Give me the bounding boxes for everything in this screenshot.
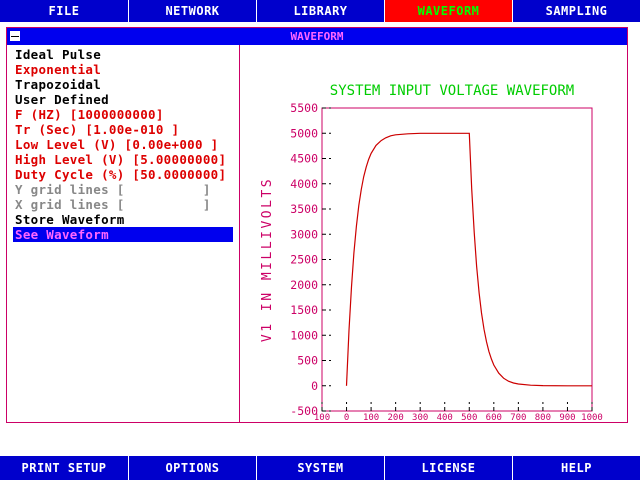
menu-library[interactable]: LIBRARY <box>256 0 384 22</box>
y-tick-label: 500 <box>297 354 318 368</box>
x-tick-label: 1000 <box>581 413 603 422</box>
waveform-chart-svg: SYSTEM INPUT VOLTAGE WAVEFORM55005000450… <box>260 83 603 422</box>
y-tick-label: 0 <box>311 379 318 393</box>
x-tick-label: 600 <box>486 413 502 422</box>
x-tick-label: 800 <box>535 413 551 422</box>
x-tick-label: 400 <box>437 413 453 422</box>
x-tick-label: 300 <box>412 413 428 422</box>
x-tick-label: 100 <box>363 413 379 422</box>
menu-license[interactable]: LICENSE <box>384 456 512 480</box>
y-tick-label: 5500 <box>290 101 318 115</box>
chart-title: SYSTEM INPUT VOLTAGE WAVEFORM <box>330 83 574 99</box>
field-rise-time[interactable]: Tr (Sec) [1.00e-010 ] <box>13 122 233 137</box>
option-user-defined[interactable]: User Defined <box>13 92 233 107</box>
field-y-grid-lines[interactable]: Y grid lines [ ] <box>13 182 233 197</box>
option-ideal-pulse[interactable]: Ideal Pulse <box>13 47 233 62</box>
window-title-bar: WAVEFORM <box>7 28 627 45</box>
y-tick-label: 4500 <box>290 152 318 166</box>
y-axis-label: V1 IN MILLIVOLTS <box>260 177 275 342</box>
menu-network[interactable]: NETWORK <box>128 0 256 22</box>
y-tick-label: 1500 <box>290 303 318 317</box>
x-tick-label: 900 <box>559 413 575 422</box>
x-tick-label: 100 <box>314 413 330 422</box>
waveform-options-list: Ideal Pulse Exponential Trapozoidal User… <box>13 47 233 242</box>
field-frequency[interactable]: F (HZ) [1000000000] <box>13 107 233 122</box>
waveform-chart: SYSTEM INPUT VOLTAGE WAVEFORM 5500 5000 450… <box>240 45 627 422</box>
field-low-level[interactable]: Low Level (V) [0.00e+000 ] <box>13 137 233 152</box>
plot-frame <box>321 107 593 412</box>
top-menu-bar: FILE NETWORK LIBRARY WAVEFORM SAMPLING <box>0 0 640 22</box>
y-tick-label: 3500 <box>290 202 318 216</box>
y-tick-label: 5000 <box>290 126 318 140</box>
field-x-grid-lines[interactable]: X grid lines [ ] <box>13 197 233 212</box>
menu-waveform[interactable]: WAVEFORM <box>384 0 512 22</box>
menu-file[interactable]: FILE <box>0 0 128 22</box>
window-close-icon[interactable] <box>9 30 21 42</box>
y-tick-label: 2000 <box>290 278 318 292</box>
y-tick-label: 4000 <box>290 177 318 191</box>
series-line <box>345 132 592 387</box>
window-title: WAVEFORM <box>290 30 344 43</box>
menu-options[interactable]: OPTIONS <box>128 456 256 480</box>
option-trapozoidal[interactable]: Trapozoidal <box>13 77 233 92</box>
waveform-window: WAVEFORM Ideal Pulse Exponential Trapozo… <box>6 27 628 423</box>
x-tick-label: 0 <box>344 413 349 422</box>
x-tick-label: 200 <box>388 413 404 422</box>
y-tick-label: 2500 <box>290 253 318 267</box>
menu-print-setup[interactable]: PRINT SETUP <box>0 456 128 480</box>
y-tick-label: 1000 <box>290 328 318 342</box>
bottom-menu-bar: PRINT SETUP OPTIONS SYSTEM LICENSE HELP <box>0 456 640 480</box>
y-tick-label: 3000 <box>290 227 318 241</box>
x-tick-label: 700 <box>510 413 526 422</box>
option-exponential[interactable]: Exponential <box>13 62 233 77</box>
field-high-level[interactable]: High Level (V) [5.00000000] <box>13 152 233 167</box>
x-tick-label: 500 <box>461 413 477 422</box>
option-see-waveform[interactable]: See Waveform <box>13 227 233 242</box>
menu-sampling[interactable]: SAMPLING <box>512 0 640 22</box>
menu-help[interactable]: HELP <box>512 456 640 480</box>
field-duty-cycle[interactable]: Duty Cycle (%) [50.0000000] <box>13 167 233 182</box>
menu-system[interactable]: SYSTEM <box>256 456 384 480</box>
option-store-waveform[interactable]: Store Waveform <box>13 212 233 227</box>
